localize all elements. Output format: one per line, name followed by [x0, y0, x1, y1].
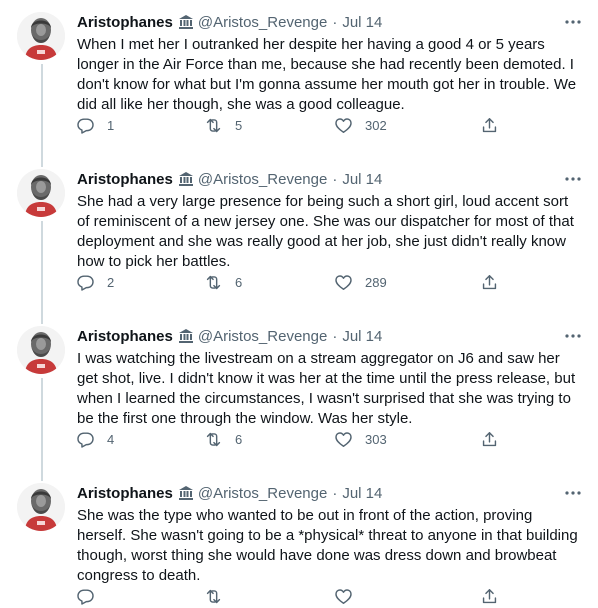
retweet-icon — [204, 273, 223, 292]
more-dots-icon[interactable] — [562, 12, 584, 32]
separator-dot: · — [332, 327, 338, 345]
avatar[interactable] — [17, 12, 65, 60]
share-button[interactable] — [480, 113, 499, 137]
retweet-button[interactable]: 6 — [204, 270, 242, 294]
reply-button[interactable]: 4 — [76, 427, 114, 451]
share-button[interactable] — [480, 584, 499, 608]
tweet-date[interactable]: Jul 14 — [342, 485, 382, 502]
tweet-actions: 4 6 303 — [70, 427, 520, 451]
retweet-icon — [204, 116, 223, 135]
retweet-icon — [204, 430, 223, 449]
share-icon — [480, 273, 499, 292]
separator-dot: · — [332, 13, 338, 31]
tweet-text: She was the type who wanted to be out in… — [77, 507, 578, 584]
separator-dot: · — [332, 170, 338, 188]
heart-icon — [334, 273, 353, 292]
tweet-date[interactable]: Jul 14 — [342, 14, 382, 31]
avatar[interactable] — [17, 169, 65, 217]
more-dots-icon[interactable] — [562, 326, 584, 346]
retweet-button[interactable] — [204, 584, 235, 608]
like-count: 302 — [365, 117, 387, 133]
retweet-button[interactable]: 5 — [204, 113, 242, 137]
tweet[interactable]: Aristophanes @Aristos_Revenge · Jul 14 S… — [0, 471, 598, 605]
more-dots-icon[interactable] — [562, 483, 584, 503]
classical-building-icon — [178, 328, 194, 344]
tweet-text: When I met her I outranked her despite h… — [77, 36, 577, 113]
separator-dot: · — [332, 484, 338, 502]
retweet-count: 5 — [235, 117, 243, 133]
avatar[interactable] — [17, 483, 65, 531]
thread-line — [41, 221, 43, 314]
like-button[interactable]: 289 — [334, 270, 387, 294]
classical-building-icon — [178, 14, 194, 30]
reply-button[interactable] — [76, 584, 107, 608]
author-name[interactable]: Aristophanes — [77, 14, 173, 31]
tweet-text: I was watching the livestream on a strea… — [77, 350, 576, 427]
retweet-icon — [204, 587, 223, 606]
tweet-date[interactable]: Jul 14 — [342, 171, 382, 188]
author-name[interactable]: Aristophanes — [77, 485, 173, 502]
reply-count: 4 — [107, 431, 115, 447]
thread-line — [41, 378, 43, 471]
reply-icon — [76, 273, 95, 292]
reply-count: 2 — [107, 274, 115, 290]
author-handle[interactable]: @Aristos_Revenge — [198, 485, 327, 502]
classical-building-icon — [178, 485, 194, 501]
author-name[interactable]: Aristophanes — [77, 171, 173, 188]
reply-button[interactable]: 1 — [76, 113, 114, 137]
like-button[interactable]: 302 — [334, 113, 387, 137]
reply-icon — [76, 430, 95, 449]
thread-line — [41, 157, 43, 167]
like-button[interactable]: 303 — [334, 427, 387, 451]
thread-line — [41, 314, 43, 324]
tweet[interactable]: Aristophanes @Aristos_Revenge · Jul 14 I… — [0, 314, 598, 471]
reply-icon — [76, 116, 95, 135]
tweet-header: Aristophanes @Aristos_Revenge · Jul 14 — [77, 483, 382, 503]
tweet-header: Aristophanes @Aristos_Revenge · Jul 14 — [77, 12, 382, 32]
tweet-actions: 2 6 289 — [70, 270, 520, 294]
share-button[interactable] — [480, 427, 499, 451]
like-count: 303 — [365, 431, 387, 447]
tweet-date[interactable]: Jul 14 — [342, 328, 382, 345]
tweet[interactable]: Aristophanes @Aristos_Revenge · Jul 14 S… — [0, 157, 598, 314]
share-button[interactable] — [480, 270, 499, 294]
more-dots-icon[interactable] — [562, 169, 584, 189]
author-handle[interactable]: @Aristos_Revenge — [198, 171, 327, 188]
heart-icon — [334, 430, 353, 449]
retweet-count: 6 — [235, 431, 243, 447]
classical-building-icon — [178, 171, 194, 187]
like-count: 289 — [365, 274, 387, 290]
author-handle[interactable]: @Aristos_Revenge — [198, 14, 327, 31]
thread-line — [41, 471, 43, 481]
reply-icon — [76, 587, 95, 606]
tweet-actions — [70, 584, 520, 608]
reply-count: 1 — [107, 117, 115, 133]
thread-line — [41, 64, 43, 157]
author-name[interactable]: Aristophanes — [77, 328, 173, 345]
share-icon — [480, 116, 499, 135]
share-icon — [480, 430, 499, 449]
heart-icon — [334, 116, 353, 135]
author-handle[interactable]: @Aristos_Revenge — [198, 328, 327, 345]
retweet-count: 6 — [235, 274, 243, 290]
tweet-header: Aristophanes @Aristos_Revenge · Jul 14 — [77, 326, 382, 346]
avatar[interactable] — [17, 326, 65, 374]
heart-icon — [334, 587, 353, 606]
share-icon — [480, 587, 499, 606]
retweet-button[interactable]: 6 — [204, 427, 242, 451]
tweet-header: Aristophanes @Aristos_Revenge · Jul 14 — [77, 169, 382, 189]
tweet-actions: 1 5 302 — [70, 113, 520, 137]
tweet-text: She had a very large presence for being … — [77, 193, 574, 270]
like-button[interactable] — [334, 584, 365, 608]
reply-button[interactable]: 2 — [76, 270, 114, 294]
tweet[interactable]: Aristophanes @Aristos_Revenge · Jul 14 W… — [0, 0, 598, 157]
